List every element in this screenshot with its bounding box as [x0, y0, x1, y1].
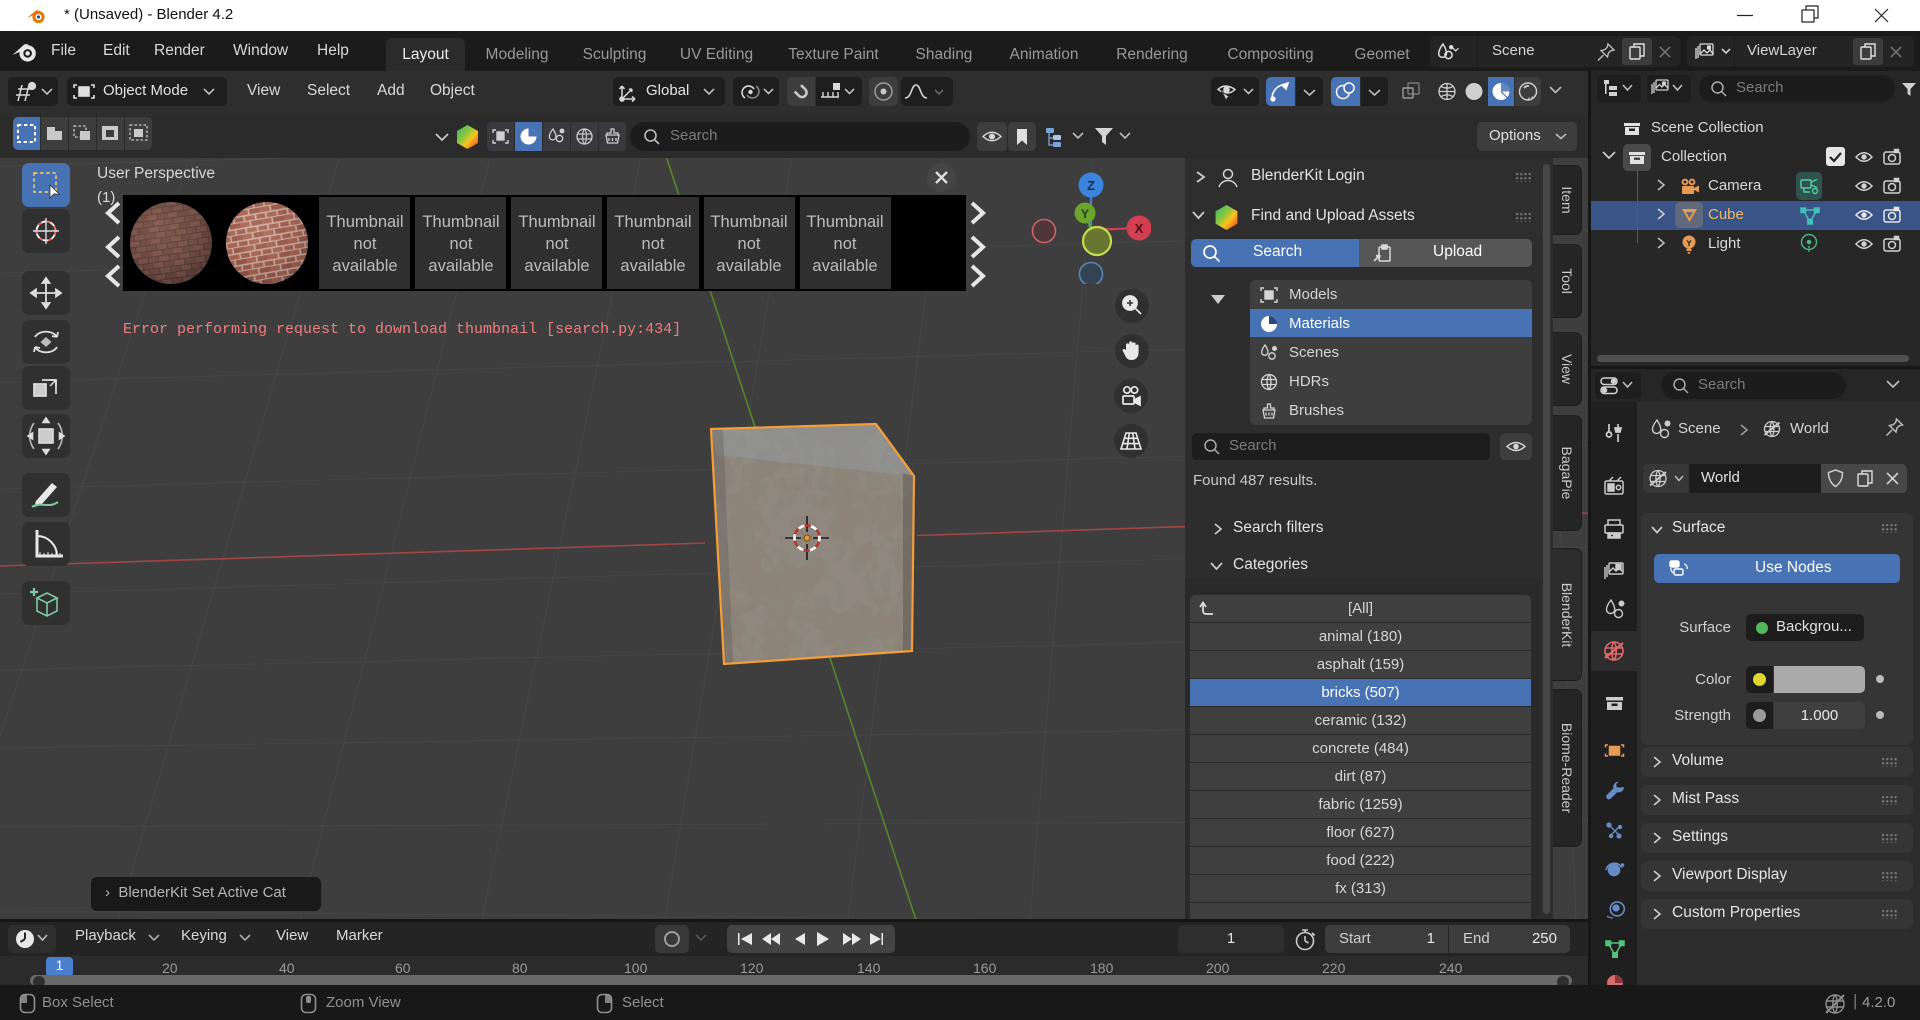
- svg-text:Z: Z: [1087, 178, 1095, 193]
- svg-text:X: X: [1135, 221, 1144, 236]
- svg-text:Y: Y: [1081, 207, 1089, 221]
